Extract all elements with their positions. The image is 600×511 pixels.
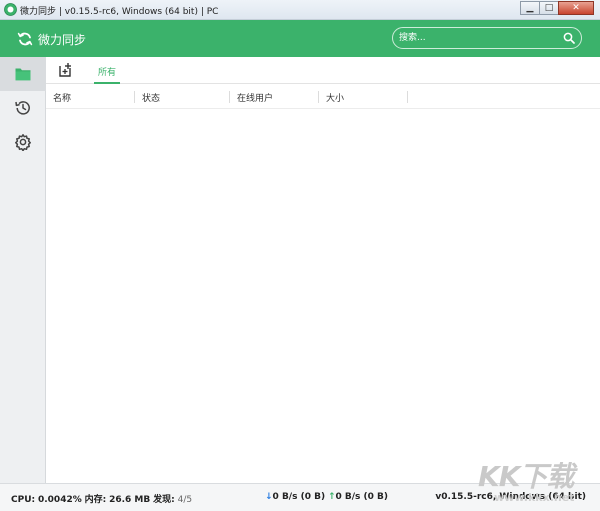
download-arrow-icon: ↓	[265, 492, 273, 502]
table-header: 名称 状态 在线用户 大小	[46, 85, 600, 109]
window-titlebar: 微力同步 | v0.15.5-rc6, Windows (64 bit) | P…	[0, 0, 600, 20]
add-folder-icon[interactable]	[57, 62, 73, 78]
main-panel: 所有 名称 状态 在线用户 大小	[46, 57, 600, 483]
memory-value: 26.6 MB	[109, 495, 151, 505]
sidebar-item-settings[interactable]	[0, 125, 46, 159]
column-divider[interactable]	[318, 91, 319, 103]
folder-toolbar: 所有	[46, 57, 600, 84]
app-header: 微力同步	[0, 20, 600, 57]
transfer-stats: ↓0 B/s (0 B) ↑0 B/s (0 B)	[265, 492, 388, 502]
maximize-button[interactable]: □	[539, 1, 559, 15]
search-box[interactable]	[392, 27, 582, 49]
sync-icon	[17, 32, 33, 46]
watermark-logo: KK下载 www.kkx.net	[478, 455, 598, 511]
system-stats: CPU: 0.0042% 内存: 26.6 MB 发现: 4/5	[11, 492, 192, 505]
cpu-value: 0.0042%	[37, 495, 82, 505]
gear-icon	[15, 134, 31, 151]
window-title: 微力同步 | v0.15.5-rc6, Windows (64 bit) | P…	[20, 7, 219, 17]
watermark-brand: KK下载	[478, 460, 574, 493]
search-icon[interactable]	[563, 32, 575, 44]
column-header-status[interactable]: 状态	[142, 91, 160, 104]
close-button[interactable]: ✕	[558, 1, 594, 15]
app-icon	[4, 3, 17, 16]
column-divider[interactable]	[229, 91, 230, 103]
column-header-online-users[interactable]: 在线用户	[237, 91, 273, 104]
sidebar-item-history[interactable]	[0, 91, 46, 125]
column-header-name[interactable]: 名称	[53, 91, 71, 104]
column-divider[interactable]	[407, 91, 408, 103]
sidebar-item-folders[interactable]	[0, 57, 46, 91]
download-speed: 0 B/s (0 B)	[272, 492, 326, 502]
upload-speed: 0 B/s (0 B)	[335, 492, 388, 502]
column-header-size[interactable]: 大小	[326, 91, 344, 104]
minimize-button[interactable]: ▁	[520, 1, 540, 15]
window-controls: ▁ □ ✕	[520, 1, 594, 15]
app-name: 微力同步	[38, 33, 87, 47]
column-divider[interactable]	[134, 91, 135, 103]
discovery-value: 4/5	[177, 495, 193, 505]
cpu-label: CPU:	[11, 495, 36, 505]
tab-all[interactable]: 所有	[94, 57, 121, 84]
discovery-label: 发现:	[153, 495, 175, 505]
folder-icon	[15, 68, 31, 81]
search-input[interactable]	[399, 30, 559, 46]
memory-label: 内存:	[84, 495, 107, 505]
sidebar	[0, 57, 46, 483]
watermark-url: www.kkx.net	[494, 491, 575, 504]
history-icon	[15, 101, 30, 115]
folder-list	[46, 110, 600, 483]
